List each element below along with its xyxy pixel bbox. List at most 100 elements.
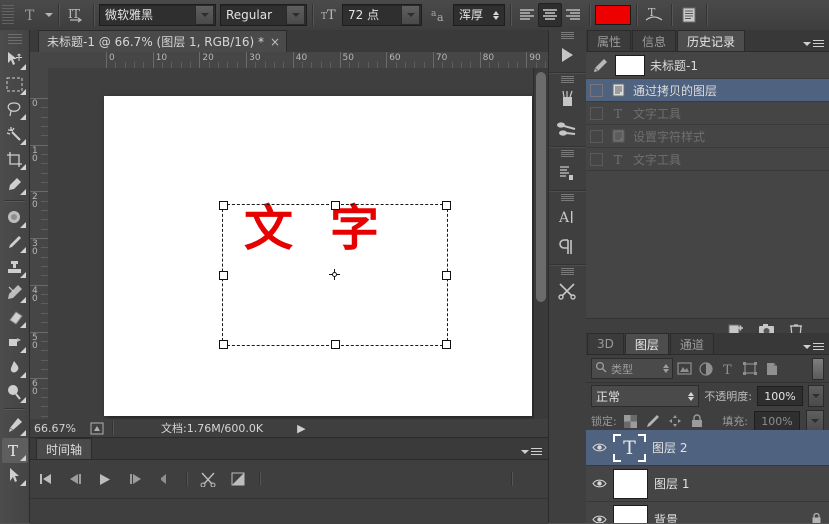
character-panel-icon[interactable]: A	[549, 202, 584, 232]
status-expand-arrow-icon[interactable]: ▶	[297, 422, 305, 435]
document-window[interactable]: 文 字	[48, 68, 548, 437]
layer-row-text[interactable]: T 图层 2	[586, 430, 829, 466]
layer-row-raster[interactable]: 图层 1	[586, 466, 829, 502]
document-tab[interactable]: 未标题-1 @ 66.7% (图层 1, RGB/16) * ×	[38, 30, 288, 52]
tab-3d[interactable]: 3D	[587, 333, 624, 354]
tab-history[interactable]: 历史记录	[677, 30, 746, 51]
history-state-row[interactable]: 设置字符样式	[586, 125, 829, 148]
layer-thumbnail[interactable]	[613, 504, 648, 523]
split-clip-button[interactable]	[193, 464, 223, 494]
history-panel-menu-icon[interactable]	[803, 40, 824, 47]
eye-icon[interactable]	[591, 514, 607, 523]
font-family-dropdown-button[interactable]	[195, 5, 214, 25]
smart-object-filter-icon[interactable]	[761, 359, 783, 379]
handle-middle-left[interactable]	[219, 271, 228, 280]
history-state-row[interactable]: 通过拷贝的图层	[586, 79, 829, 102]
handle-top-center[interactable]	[331, 201, 340, 210]
eye-icon[interactable]	[591, 442, 607, 453]
history-source-checkbox[interactable]	[590, 83, 603, 97]
dodge-tool[interactable]	[2, 380, 28, 405]
pixel-filter-icon[interactable]	[673, 359, 695, 379]
toolbox-grip[interactable]	[7, 34, 22, 44]
scrollbar-thumb[interactable]	[536, 72, 546, 302]
font-style-dropdown-button[interactable]	[286, 5, 305, 25]
adjustment-filter-icon[interactable]	[695, 359, 717, 379]
character-paragraph-panels-icon[interactable]	[677, 4, 701, 26]
layer-row-background[interactable]: 背景	[586, 502, 829, 523]
anti-alias-stepper[interactable]	[489, 6, 503, 24]
timeline-panel-menu-icon[interactable]	[521, 448, 542, 455]
history-source-checkbox[interactable]	[590, 129, 603, 143]
marquee-tool[interactable]	[2, 72, 28, 97]
layer-filter-stepper[interactable]	[663, 364, 669, 373]
align-right-button[interactable]	[562, 4, 584, 26]
paragraph-panel-icon[interactable]	[549, 232, 584, 262]
font-size-dropdown-button[interactable]	[401, 5, 420, 25]
eraser-tool[interactable]	[2, 305, 28, 330]
tab-info[interactable]: 信息	[632, 30, 677, 51]
shape-filter-icon[interactable]	[739, 359, 761, 379]
tool-preset-picker[interactable]: T	[17, 4, 53, 26]
tab-layers[interactable]: 图层	[624, 333, 669, 354]
layer-name[interactable]: 图层 1	[654, 475, 689, 492]
horizontal-ruler[interactable]: 0102030405060708090100	[48, 52, 548, 69]
handle-top-right[interactable]	[442, 201, 451, 210]
opacity-dropdown-button[interactable]	[807, 385, 824, 407]
handle-bottom-left[interactable]	[219, 340, 228, 349]
go-to-first-frame-button[interactable]	[30, 464, 60, 494]
clone-stamp-tool[interactable]	[2, 255, 28, 280]
vertical-scrollbar[interactable]	[533, 68, 548, 424]
reference-point-icon[interactable]	[329, 269, 340, 280]
history-snapshot-row[interactable]: 未标题-1	[586, 52, 829, 79]
handle-bottom-right[interactable]	[442, 340, 451, 349]
rail-grip-5[interactable]	[561, 268, 574, 275]
eyedropper-tool[interactable]	[2, 172, 28, 197]
tab-timeline[interactable]: 时间轴	[36, 438, 93, 459]
timeline-track-area[interactable]	[30, 499, 548, 524]
text-color-swatch[interactable]	[595, 5, 631, 25]
lock-position-icon[interactable]	[667, 413, 683, 429]
options-bar-grip[interactable]	[2, 5, 14, 25]
play-button[interactable]	[90, 464, 120, 494]
handle-top-left[interactable]	[219, 201, 228, 210]
align-left-button[interactable]	[516, 4, 538, 26]
move-tool[interactable]	[2, 47, 28, 72]
opacity-value[interactable]: 100%	[756, 386, 803, 406]
next-frame-button[interactable]	[120, 464, 150, 494]
adjustments-panel-icon[interactable]	[549, 158, 584, 188]
vertical-ruler[interactable]: 0102030405060708090100	[30, 68, 49, 437]
toggle-text-orientation-icon[interactable]: I T	[64, 4, 88, 26]
transition-button[interactable]	[223, 464, 253, 494]
previous-frame-button[interactable]	[60, 464, 90, 494]
lock-image-icon[interactable]	[645, 413, 661, 429]
font-family-combo[interactable]: 微软雅黑	[99, 4, 216, 26]
history-source-checkbox[interactable]	[590, 152, 603, 166]
fill-dropdown-button[interactable]	[806, 410, 824, 432]
layer-name[interactable]: 背景	[654, 511, 678, 523]
tab-channels[interactable]: 通道	[669, 333, 714, 354]
rail-grip[interactable]	[561, 32, 574, 39]
history-brush-tool[interactable]	[2, 280, 28, 305]
path-selection-tool[interactable]	[2, 463, 28, 488]
audio-button[interactable]	[150, 464, 180, 494]
tool-presets-panel-icon[interactable]	[549, 114, 584, 144]
history-state-row[interactable]: T 文字工具	[586, 102, 829, 125]
font-size-combo[interactable]: 72 点	[342, 4, 422, 26]
gradient-tool[interactable]	[2, 330, 28, 355]
anti-alias-combo[interactable]: 浑厚	[453, 4, 505, 26]
handle-bottom-center[interactable]	[331, 340, 340, 349]
eye-icon[interactable]	[591, 478, 607, 489]
expand-panels-button[interactable]	[549, 40, 584, 70]
fill-value[interactable]: 100%	[754, 411, 800, 431]
warp-text-icon[interactable]: T	[642, 4, 666, 26]
filter-enable-toggle[interactable]	[812, 357, 824, 380]
tab-properties[interactable]: 属性	[587, 30, 632, 51]
canvas-page[interactable]: 文 字	[104, 96, 532, 416]
brush-tool[interactable]	[2, 230, 28, 255]
blur-tool[interactable]	[2, 355, 28, 380]
history-state-row[interactable]: T 文字工具	[586, 148, 829, 171]
layers-panel-menu-icon[interactable]	[803, 343, 824, 350]
close-icon[interactable]: ×	[270, 35, 280, 49]
brush-panel-icon[interactable]	[549, 84, 584, 114]
ruler-corner[interactable]	[30, 52, 49, 69]
